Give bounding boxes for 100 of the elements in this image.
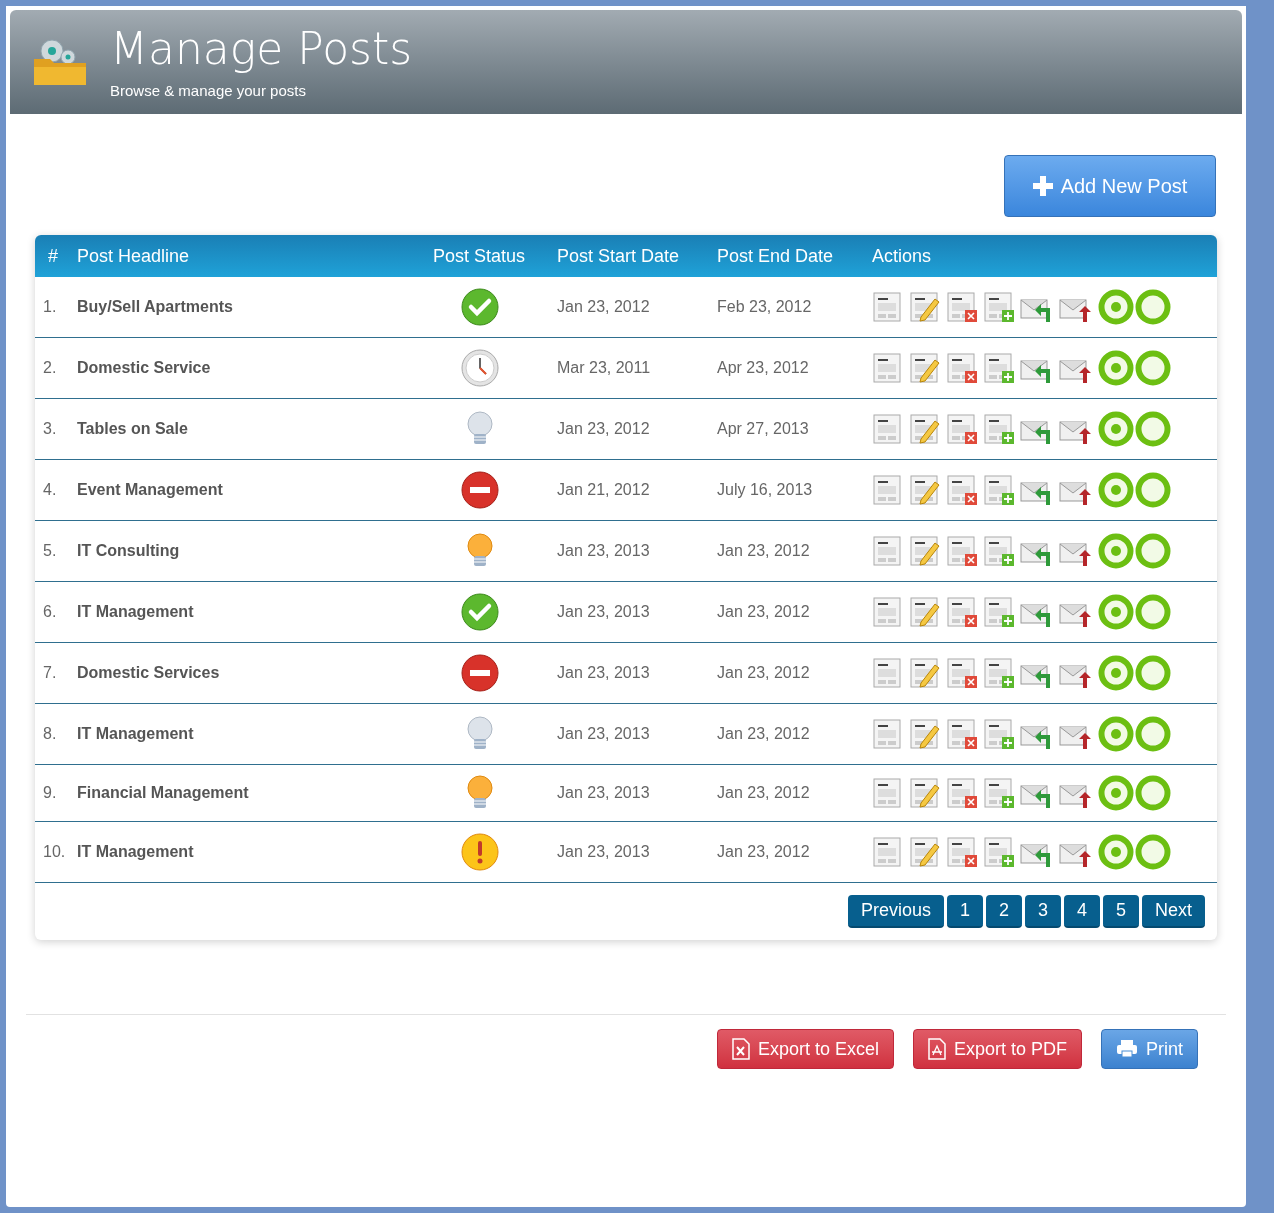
page-link[interactable]: Next — [1142, 895, 1205, 928]
ring-circle-icon[interactable] — [1135, 594, 1171, 630]
row-number: 3. — [42, 419, 58, 439]
ring-circle-icon[interactable] — [1135, 655, 1171, 691]
edit-document-icon[interactable] — [909, 836, 941, 868]
end-date: Jan 23, 2012 — [717, 541, 811, 561]
document-icon[interactable] — [872, 718, 904, 750]
export-button[interactable]: Export to Excel — [716, 1029, 894, 1069]
ring-circle-icon[interactable] — [1135, 716, 1171, 752]
add-document-icon[interactable] — [983, 291, 1015, 323]
row-number: 2. — [42, 358, 58, 378]
page-subtitle: Browse & manage your posts — [110, 80, 307, 101]
ring-circle-icon[interactable] — [1135, 411, 1171, 447]
page-title: Manage Posts — [110, 21, 413, 76]
ring-circle-icon[interactable] — [1135, 350, 1171, 386]
page-link[interactable]: 4 — [1063, 895, 1100, 928]
delete-document-icon[interactable] — [946, 836, 978, 868]
page-link[interactable]: Previous — [847, 895, 944, 928]
post-headline: Buy/Sell Apartments — [77, 297, 234, 317]
end-date: Feb 23, 2012 — [717, 297, 813, 317]
document-icon[interactable] — [872, 535, 904, 567]
delete-document-icon[interactable] — [946, 718, 978, 750]
ring-circle-icon[interactable] — [1135, 834, 1171, 870]
target-circle-icon[interactable] — [1098, 533, 1134, 569]
delete-document-icon[interactable] — [946, 777, 978, 809]
add-document-icon[interactable] — [983, 535, 1015, 567]
edit-document-icon[interactable] — [909, 352, 941, 384]
add-document-icon[interactable] — [983, 777, 1015, 809]
start-date: Jan 23, 2013 — [557, 541, 651, 561]
end-date: Jan 23, 2012 — [717, 783, 811, 803]
target-circle-icon[interactable] — [1098, 775, 1134, 811]
start-date: Jan 23, 2013 — [557, 783, 651, 803]
add-document-icon[interactable] — [983, 596, 1015, 628]
document-icon[interactable] — [872, 413, 904, 445]
page-link[interactable]: 1 — [946, 895, 983, 928]
document-icon[interactable] — [872, 836, 904, 868]
post-headline: Domestic Service — [77, 358, 212, 378]
document-icon[interactable] — [872, 596, 904, 628]
target-circle-icon[interactable] — [1098, 655, 1134, 691]
edit-document-icon[interactable] — [909, 474, 941, 506]
row-number: 8. — [42, 724, 58, 744]
row-number: 10. — [42, 842, 67, 862]
post-headline: Event Management — [77, 480, 224, 500]
edit-document-icon[interactable] — [909, 657, 941, 689]
add-document-icon[interactable] — [983, 474, 1015, 506]
page-link[interactable]: 5 — [1102, 895, 1139, 928]
delete-document-icon[interactable] — [946, 657, 978, 689]
target-circle-icon[interactable] — [1098, 716, 1134, 752]
end-date: Jan 23, 2012 — [717, 602, 811, 622]
export-button[interactable]: Export to PDF — [912, 1029, 1082, 1069]
delete-document-icon[interactable] — [946, 413, 978, 445]
delete-document-icon[interactable] — [946, 352, 978, 384]
page-link[interactable]: 3 — [1024, 895, 1061, 928]
document-icon[interactable] — [872, 291, 904, 323]
delete-document-icon[interactable] — [946, 596, 978, 628]
end-date: Jan 23, 2012 — [717, 663, 811, 683]
target-circle-icon[interactable] — [1098, 411, 1134, 447]
ring-circle-icon[interactable] — [1135, 533, 1171, 569]
target-circle-icon[interactable] — [1098, 289, 1134, 325]
add-document-icon[interactable] — [983, 836, 1015, 868]
printer-icon — [1116, 1039, 1138, 1059]
add-document-icon[interactable] — [983, 413, 1015, 445]
edit-document-icon[interactable] — [909, 535, 941, 567]
edit-document-icon[interactable] — [909, 413, 941, 445]
end-date: Jan 23, 2012 — [717, 842, 811, 862]
edit-document-icon[interactable] — [909, 596, 941, 628]
target-circle-icon[interactable] — [1098, 594, 1134, 630]
start-date: Jan 23, 2013 — [557, 724, 651, 744]
delete-document-icon[interactable] — [946, 291, 978, 323]
delete-document-icon[interactable] — [946, 474, 978, 506]
ring-circle-icon[interactable] — [1135, 289, 1171, 325]
edit-document-icon[interactable] — [909, 777, 941, 809]
add-document-icon[interactable] — [983, 352, 1015, 384]
row-number: 4. — [42, 480, 58, 500]
post-headline: Financial Management — [77, 783, 250, 803]
end-date: July 16, 2013 — [717, 480, 814, 500]
add-document-icon[interactable] — [983, 718, 1015, 750]
ring-circle-icon[interactable] — [1135, 775, 1171, 811]
document-icon[interactable] — [872, 474, 904, 506]
add-document-icon[interactable] — [983, 657, 1015, 689]
target-circle-icon[interactable] — [1098, 350, 1134, 386]
row-number: 6. — [42, 602, 58, 622]
column-header: Post Status — [433, 244, 527, 268]
post-headline: IT Management — [77, 842, 195, 862]
document-icon[interactable] — [872, 777, 904, 809]
delete-document-icon[interactable] — [946, 535, 978, 567]
row-number: 7. — [42, 663, 58, 683]
start-date: Jan 23, 2012 — [557, 297, 651, 317]
start-date: Mar 23, 2011 — [557, 358, 652, 378]
edit-document-icon[interactable] — [909, 718, 941, 750]
target-circle-icon[interactable] — [1098, 472, 1134, 508]
document-icon[interactable] — [872, 657, 904, 689]
target-circle-icon[interactable] — [1098, 834, 1134, 870]
edit-document-icon[interactable] — [909, 291, 941, 323]
document-icon[interactable] — [872, 352, 904, 384]
start-date: Jan 23, 2013 — [557, 663, 651, 683]
post-headline: Domestic Services — [77, 663, 221, 683]
ring-circle-icon[interactable] — [1135, 472, 1171, 508]
page-link[interactable]: 2 — [985, 895, 1022, 928]
start-date: Jan 23, 2013 — [557, 602, 651, 622]
